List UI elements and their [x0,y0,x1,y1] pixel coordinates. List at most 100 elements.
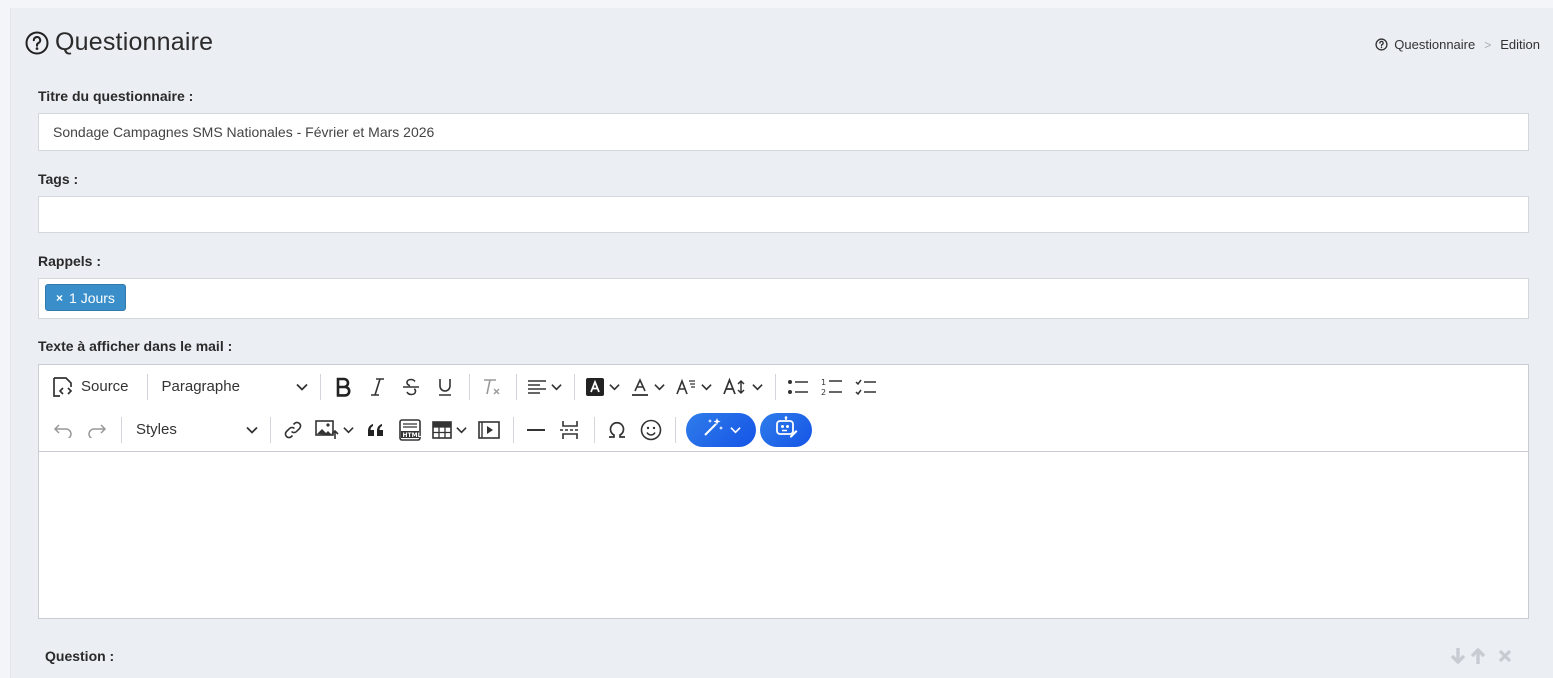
align-button[interactable] [523,371,566,403]
table-button[interactable] [428,414,471,446]
rich-text-editor: Source Paragraphe 1 2 Styles HTML [38,364,1529,619]
strikethrough-button[interactable] [395,371,427,403]
italic-button[interactable] [361,371,393,403]
todo-list-icon [855,378,877,396]
page-title: Questionnaire [55,28,214,56]
ai-assistant-icon [774,416,798,443]
source-label: Source [81,378,129,395]
media-embed-icon [478,420,500,439]
blockquote-button[interactable] [360,414,392,446]
chevron-down-icon [295,383,308,391]
tags-field [38,196,1529,233]
numbered-list-button[interactable]: 12 [816,371,848,403]
title-label: Titre du questionnaire : [38,88,194,104]
chevron-down-icon [751,383,763,391]
svg-text:1: 1 [821,378,826,387]
editor-toolbar: Source Paragraphe 1 2 Styles HTML [39,365,1528,452]
chevron-down-icon [729,426,741,434]
horizontal-line-icon [526,427,546,433]
styles-select-value: Styles [136,421,177,438]
heading-select-value: Paragraphe [161,378,240,395]
bulleted-list-button[interactable] [782,371,814,403]
blockquote-icon [366,422,386,438]
highlight-button[interactable] [581,371,624,403]
question-circle-icon [1375,38,1388,51]
move-down-icon[interactable] [1449,646,1467,666]
toolbar-separator [319,373,321,400]
redo-button[interactable] [81,414,113,446]
font-family-button[interactable] [671,371,716,403]
toolbar-row-2: Styles HTML [39,408,1528,451]
remove-format-button[interactable] [476,371,508,403]
link-icon [283,420,303,440]
heading-select[interactable]: Paragraphe [154,371,314,403]
svg-text:2: 2 [821,388,826,397]
toolbar-separator [675,416,676,443]
styles-select[interactable]: Styles [128,414,264,446]
underline-icon [436,377,454,397]
page-break-button[interactable] [554,414,586,446]
insert-image-button[interactable] [311,414,358,446]
special-characters-button[interactable] [601,414,633,446]
reminders-field[interactable]: × 1 Jours [38,278,1529,319]
toolbar-separator [121,416,122,443]
reminder-tag-label: 1 Jours [69,289,115,306]
reminder-tag: × 1 Jours [45,284,126,311]
bold-button[interactable] [327,371,359,403]
breadcrumb: Questionnaire > Edition [1375,37,1540,52]
align-icon [527,379,547,395]
highlight-icon [585,377,605,397]
redo-icon [87,422,107,438]
emoji-button[interactable] [635,414,667,446]
question-label: Question : [45,648,115,664]
toolbar-row-1: Source Paragraphe 1 2 [39,365,1528,408]
todo-list-button[interactable] [850,371,882,403]
underline-button[interactable] [429,371,461,403]
toolbar-separator [515,373,517,400]
reminders-label: Rappels : [38,253,102,269]
delete-icon[interactable] [1497,648,1513,664]
emoji-icon [640,419,662,441]
font-size-button[interactable] [718,371,767,403]
media-embed-button[interactable] [473,414,505,446]
italic-icon [368,377,386,397]
toolbar-separator [468,373,470,400]
link-button[interactable] [277,414,309,446]
move-up-icon[interactable] [1469,646,1487,666]
ai-assistant-button[interactable] [760,412,812,447]
title-input[interactable] [39,114,1528,150]
html-embed-icon: HTML [398,418,422,441]
font-color-button[interactable] [626,371,669,403]
question-actions [1447,646,1513,666]
source-button[interactable]: Source [47,371,139,403]
editor-content[interactable] [39,452,1528,618]
font-color-icon [630,377,650,397]
insert-image-icon [315,419,339,440]
page-break-icon [559,420,581,440]
bold-icon [334,377,352,397]
chevron-down-icon [343,426,354,434]
toolbar-separator [774,373,776,400]
undo-button[interactable] [47,414,79,446]
chevron-down-icon [246,426,258,434]
source-icon [51,376,75,398]
font-size-icon [722,377,748,397]
chevron-down-icon [608,383,620,391]
font-family-icon [675,377,697,397]
chevron-down-icon [456,426,467,434]
svg-text:HTML: HTML [403,432,422,439]
mail-text-label: Texte à afficher dans le mail : [38,338,233,354]
html-embed-button[interactable]: HTML [394,414,426,446]
ai-magic-button[interactable] [686,412,756,447]
breadcrumb-separator: > [1484,37,1492,52]
toolbar-separator [270,416,271,443]
chevron-down-icon [653,383,665,391]
tags-input[interactable] [39,197,1528,232]
title-field [38,113,1529,151]
remove-tag-icon[interactable]: × [56,291,63,305]
toolbar-separator [594,416,595,443]
breadcrumb-item-questionnaire[interactable]: Questionnaire [1394,37,1475,52]
undo-icon [53,422,73,438]
special-characters-icon [607,420,627,440]
horizontal-line-button[interactable] [520,414,552,446]
